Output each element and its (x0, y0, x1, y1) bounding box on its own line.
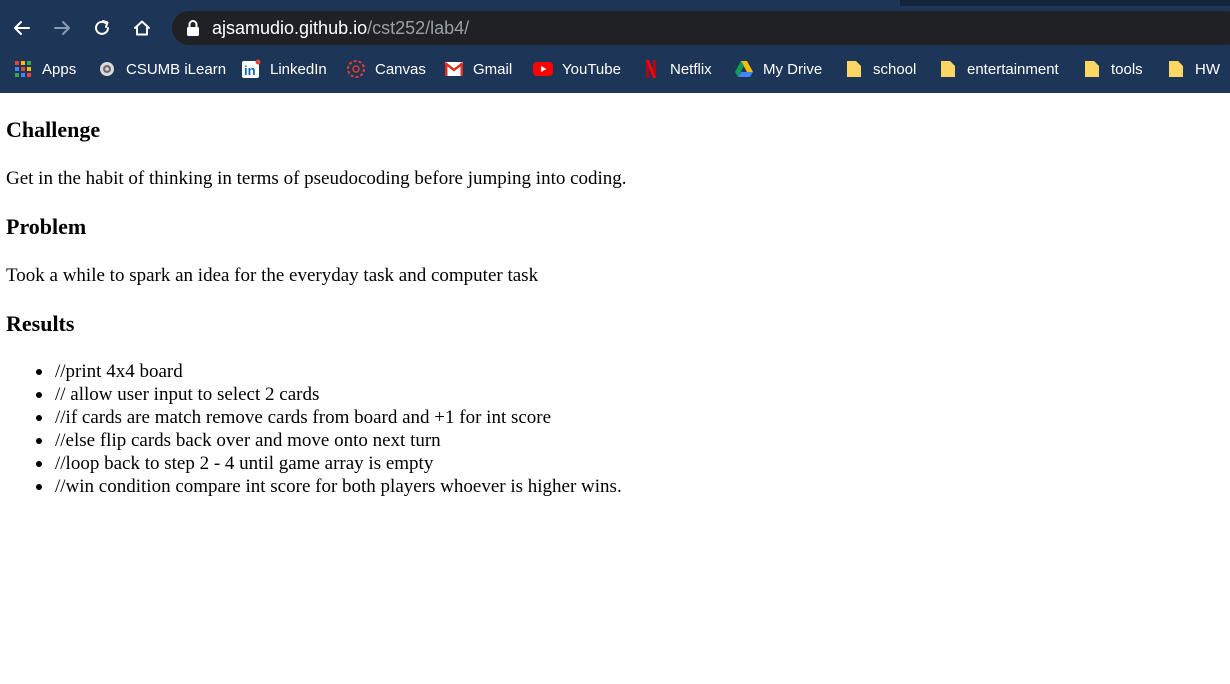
challenge-heading: Challenge (6, 117, 101, 142)
bookmark-folder-tools[interactable]: tools (1082, 53, 1143, 85)
reload-button[interactable] (87, 8, 117, 48)
bullet-icon (36, 392, 42, 398)
bookmark-label: tools (1111, 60, 1143, 78)
bookmark-my-drive[interactable]: My Drive (734, 53, 822, 85)
apps-grid-icon (13, 59, 33, 79)
bullet-icon (36, 415, 42, 421)
linkedin-icon: in (241, 59, 261, 79)
google-drive-icon (734, 59, 754, 79)
bookmark-label: LinkedIn (270, 60, 327, 78)
active-tab-edge[interactable] (0, 0, 900, 6)
bookmark-label: CSUMB iLearn (126, 60, 227, 78)
list-item-text: //loop back to step 2 - 4 until game arr… (55, 453, 434, 474)
bookmark-label: YouTube (562, 60, 621, 78)
home-button[interactable] (127, 8, 157, 48)
bookmark-netflix[interactable]: Netflix (641, 53, 712, 85)
bookmark-label: school (873, 60, 917, 78)
list-item: //else flip cards back over and move ont… (6, 429, 622, 452)
url-text[interactable]: ajsamudio.github.io/cst252/lab4/ (212, 11, 469, 45)
bookmark-youtube[interactable]: YouTube (533, 53, 621, 85)
home-icon (134, 20, 150, 36)
bookmark-csumb-ilearn[interactable]: CSUMB iLearn (97, 53, 226, 85)
bookmark-label: HW (1195, 60, 1220, 78)
svg-text:in: in (244, 63, 256, 78)
reload-icon (95, 20, 109, 35)
gmail-icon (444, 59, 464, 79)
list-item-text: //win condition compare int score for bo… (55, 476, 622, 497)
list-item: //print 4x4 board (6, 360, 622, 383)
problem-text: Took a while to spark an idea for the ev… (6, 265, 539, 286)
netflix-icon (641, 59, 661, 79)
list-item: // allow user input to select 2 cards (6, 383, 622, 406)
folder-icon (844, 59, 864, 79)
bookmark-label: Netflix (670, 60, 712, 78)
bookmark-linkedin[interactable]: in LinkedIn (241, 53, 327, 85)
url-path: /cst252/lab4/ (367, 18, 470, 38)
list-item-text: //else flip cards back over and move ont… (55, 430, 441, 451)
bookmark-apps[interactable]: Apps (13, 53, 76, 85)
problem-heading: Problem (6, 214, 87, 239)
folder-icon (1166, 59, 1186, 79)
browser-chrome: ajsamudio.github.io/cst252/lab4/ Apps CS… (0, 0, 1230, 93)
browser-toolbar: ajsamudio.github.io/cst252/lab4/ (0, 8, 1230, 48)
bullet-icon (36, 484, 42, 490)
results-list: //print 4x4 board // allow user input to… (6, 360, 622, 498)
canvas-icon (346, 59, 366, 79)
bullet-icon (36, 438, 42, 444)
lock-icon[interactable] (186, 20, 200, 36)
challenge-text: Get in the habit of thinking in terms of… (6, 168, 627, 189)
ilearn-icon (97, 59, 117, 79)
bullet-icon (36, 461, 42, 467)
address-bar[interactable]: ajsamudio.github.io/cst252/lab4/ (172, 11, 1230, 45)
bookmarks-bar: Apps CSUMB iLearn in LinkedIn Canvas Gma… (0, 53, 1230, 85)
bullet-icon (36, 369, 42, 375)
bookmark-folder-entertainment[interactable]: entertainment (938, 53, 1059, 85)
url-host: ajsamudio.github.io (212, 18, 368, 38)
bookmark-canvas[interactable]: Canvas (346, 53, 426, 85)
bookmark-label: entertainment (967, 60, 1059, 78)
tab-strip (0, 0, 1230, 6)
youtube-icon (533, 59, 553, 79)
list-item-text: //print 4x4 board (55, 361, 183, 382)
bookmark-folder-hw[interactable]: HW (1166, 53, 1220, 85)
list-item-text: //if cards are match remove cards from b… (55, 407, 552, 428)
bookmark-label: Canvas (375, 60, 426, 78)
forward-button[interactable] (47, 8, 77, 48)
list-item-text: // allow user input to select 2 cards (55, 384, 320, 405)
list-item: //loop back to step 2 - 4 until game arr… (6, 452, 622, 475)
bookmark-label: Apps (42, 60, 77, 78)
results-heading: Results (6, 311, 75, 336)
bookmark-label: Gmail (473, 60, 513, 78)
bookmark-gmail[interactable]: Gmail (444, 53, 512, 85)
bookmark-folder-school[interactable]: school (844, 53, 916, 85)
folder-icon (1082, 59, 1102, 79)
back-arrow-icon (14, 21, 30, 35)
folder-icon (938, 59, 958, 79)
list-item: //win condition compare int score for bo… (6, 475, 622, 498)
list-item: //if cards are match remove cards from b… (6, 406, 622, 429)
forward-arrow-icon (54, 21, 70, 35)
back-button[interactable] (7, 8, 37, 48)
bookmark-label: My Drive (763, 60, 823, 78)
